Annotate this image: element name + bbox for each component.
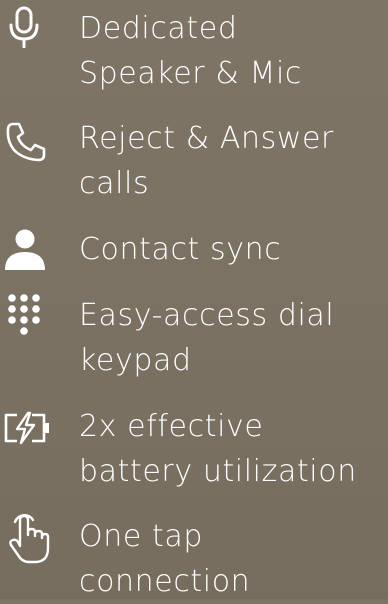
feature-label: Dedicated Speaker & Mic (79, 6, 388, 96)
feature-label-line-1: One tap (79, 519, 204, 554)
feature-label-line-2: connection (79, 564, 251, 599)
feature-label-line-1: Reject & Answer (79, 121, 334, 156)
feature-label: Contact sync (79, 227, 388, 272)
feature-label-line-1: Contact sync (79, 232, 282, 267)
feature-label-line-2: battery utilization (79, 454, 357, 489)
feature-label: 2x effective battery utilization (79, 404, 388, 494)
feature-label: One tap connection (79, 514, 388, 604)
feature-label-line-1: 2x effective (79, 409, 264, 444)
dial-keypad-icon (6, 293, 56, 343)
feature-label-line-1: Easy-access dial (79, 298, 335, 333)
microphone-icon (6, 6, 56, 56)
feature-label-line-2: Speaker & Mic (79, 56, 303, 91)
feature-label-line-1: Dedicated (79, 11, 238, 46)
feature-label: Easy-access dial keypad (79, 293, 388, 383)
battery-charging-icon (2, 411, 52, 461)
phone-icon (4, 120, 54, 170)
feature-label-line-2: calls (79, 166, 150, 201)
tap-hand-icon (6, 508, 56, 564)
feature-label: Reject & Answer calls (79, 116, 388, 206)
feature-label-line-2: keypad (79, 343, 192, 378)
contact-person-icon (4, 228, 54, 278)
